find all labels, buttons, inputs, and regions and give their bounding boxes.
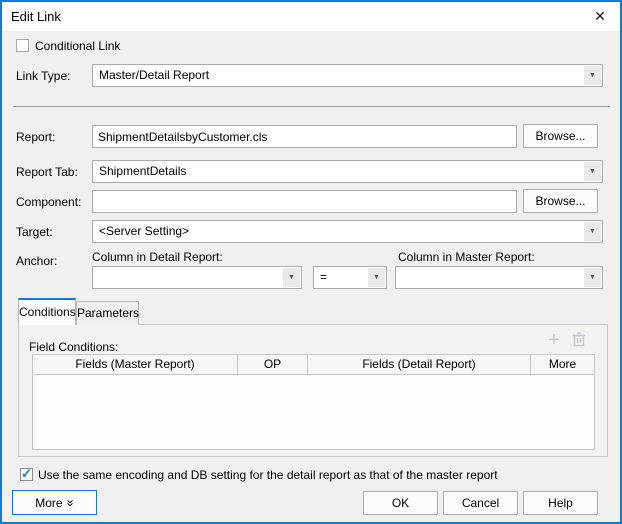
column-master-label: Column in Master Report: (398, 250, 535, 264)
chevron-down-icon: ▼ (589, 274, 596, 281)
table-body-empty[interactable] (33, 375, 594, 449)
tab-parameters[interactable]: Parameters (76, 301, 139, 325)
chevron-down-icon: ▼ (589, 228, 596, 235)
link-type-dropdown-button[interactable]: ▼ (584, 66, 601, 85)
report-input[interactable] (92, 125, 517, 148)
column-header-fields-master[interactable]: Fields (Master Report) (33, 355, 237, 374)
chevron-down-icon: ▼ (373, 274, 380, 281)
target-value: <Server Setting> (99, 221, 189, 242)
report-label: Report: (16, 130, 55, 144)
titlebar: Edit Link ✕ (2, 2, 620, 31)
separator (13, 106, 610, 107)
check-icon: ✓ (21, 466, 32, 482)
chevron-down-icon: ▼ (288, 274, 295, 281)
same-encoding-label: Use the same encoding and DB setting for… (38, 468, 498, 482)
report-tab-combobox[interactable]: ShipmentDetails ▼ (92, 160, 603, 183)
double-chevron-down-icon: » (59, 499, 81, 506)
more-button[interactable]: More» (12, 490, 97, 515)
anchor-label: Anchor: (16, 254, 57, 268)
column-master-combobox[interactable]: ▼ (395, 266, 603, 289)
component-input[interactable] (92, 190, 517, 213)
target-dropdown-button[interactable]: ▼ (584, 222, 601, 241)
field-conditions-label: Field Conditions: (29, 340, 118, 354)
link-type-label: Link Type: (16, 69, 70, 83)
column-header-op[interactable]: OP (237, 355, 307, 374)
cancel-button[interactable]: Cancel (443, 491, 518, 515)
help-button[interactable]: Help (523, 491, 598, 515)
report-browse-button[interactable]: Browse... (523, 124, 598, 148)
conditional-link-checkbox[interactable] (16, 39, 29, 52)
close-button[interactable]: ✕ (586, 5, 614, 27)
operator-combobox[interactable]: = ▼ (313, 266, 387, 289)
report-tab-label: Report Tab: (16, 165, 78, 179)
trash-icon (572, 331, 586, 347)
column-master-dropdown-button[interactable]: ▼ (584, 268, 601, 287)
add-condition-button[interactable]: + (544, 330, 564, 350)
component-label: Component: (16, 195, 81, 209)
link-type-value: Master/Detail Report (99, 65, 209, 86)
close-icon: ✕ (594, 8, 606, 25)
field-conditions-table: Fields (Master Report) OP Fields (Detail… (32, 354, 595, 450)
chevron-down-icon: ▼ (589, 72, 596, 79)
tab-conditions[interactable]: Conditions (18, 298, 76, 325)
chevron-down-icon: ▼ (589, 168, 596, 175)
more-button-label: More (35, 496, 62, 510)
column-detail-combobox[interactable]: ▼ (92, 266, 302, 289)
table-header-row: Fields (Master Report) OP Fields (Detail… (33, 355, 594, 375)
report-tab-dropdown-button[interactable]: ▼ (584, 162, 601, 181)
column-header-more[interactable]: More (530, 355, 594, 374)
target-label: Target: (16, 225, 53, 239)
operator-value: = (320, 267, 327, 288)
delete-condition-button[interactable] (569, 331, 589, 349)
component-browse-button[interactable]: Browse... (523, 189, 598, 213)
operator-dropdown-button[interactable]: ▼ (368, 268, 385, 287)
ok-button[interactable]: OK (363, 491, 438, 515)
dialog-title: Edit Link (11, 2, 61, 31)
add-icon: + (548, 329, 560, 351)
target-combobox[interactable]: <Server Setting> ▼ (92, 220, 603, 243)
conditional-link-label: Conditional Link (35, 39, 120, 53)
column-detail-dropdown-button[interactable]: ▼ (283, 268, 300, 287)
report-tab-value: ShipmentDetails (99, 161, 186, 182)
column-header-fields-detail[interactable]: Fields (Detail Report) (307, 355, 530, 374)
column-detail-label: Column in Detail Report: (92, 250, 223, 264)
same-encoding-checkbox[interactable]: ✓ (20, 468, 33, 481)
edit-link-dialog: Edit Link ✕ Conditional Link Link Type: … (0, 0, 622, 524)
link-type-combobox[interactable]: Master/Detail Report ▼ (92, 64, 603, 87)
